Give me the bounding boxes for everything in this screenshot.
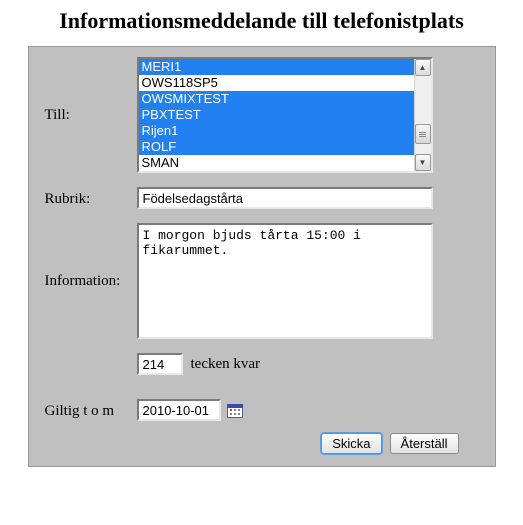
to-listbox[interactable]: MERI1OWS118SP5OWSMIXTESTPBXTESTRijen1ROL… (137, 57, 433, 173)
list-item[interactable]: PBXTEST (139, 107, 414, 123)
scroll-track[interactable] (415, 76, 431, 154)
form-panel: Till: MERI1OWS118SP5OWSMIXTESTPBXTESTRij… (28, 46, 496, 467)
chars-left-label: tecken kvar (191, 356, 261, 373)
info-textarea[interactable]: I morgon bjuds tårta 15:00 i fikarummet. (137, 223, 433, 339)
list-item[interactable]: MERI1 (139, 59, 414, 75)
scrollbar[interactable]: ▲ ▼ (414, 59, 431, 171)
reset-button[interactable]: Återställ (390, 433, 459, 454)
scroll-up-icon[interactable]: ▲ (415, 59, 431, 76)
valid-until-input[interactable] (137, 399, 221, 421)
chars-left-input[interactable] (137, 353, 183, 375)
list-item[interactable]: OWS118SP5 (139, 75, 414, 91)
list-item[interactable]: OWSMIXTEST (139, 91, 414, 107)
calendar-icon[interactable] (227, 403, 243, 418)
scroll-down-icon[interactable]: ▼ (415, 154, 431, 171)
valid-until-label: Giltig t o m (45, 401, 137, 420)
scroll-thumb[interactable] (415, 124, 431, 144)
list-item[interactable]: SMAN (139, 155, 414, 171)
send-button[interactable]: Skicka (321, 433, 381, 454)
subject-label: Rubrik: (45, 189, 137, 208)
subject-input[interactable] (137, 187, 433, 209)
list-item[interactable]: Rijen1 (139, 123, 414, 139)
page-title: Informationsmeddelande till telefonistpl… (0, 8, 523, 34)
info-label: Information: (45, 273, 137, 290)
to-label: Till: (45, 107, 137, 124)
list-item[interactable]: ROLF (139, 139, 414, 155)
